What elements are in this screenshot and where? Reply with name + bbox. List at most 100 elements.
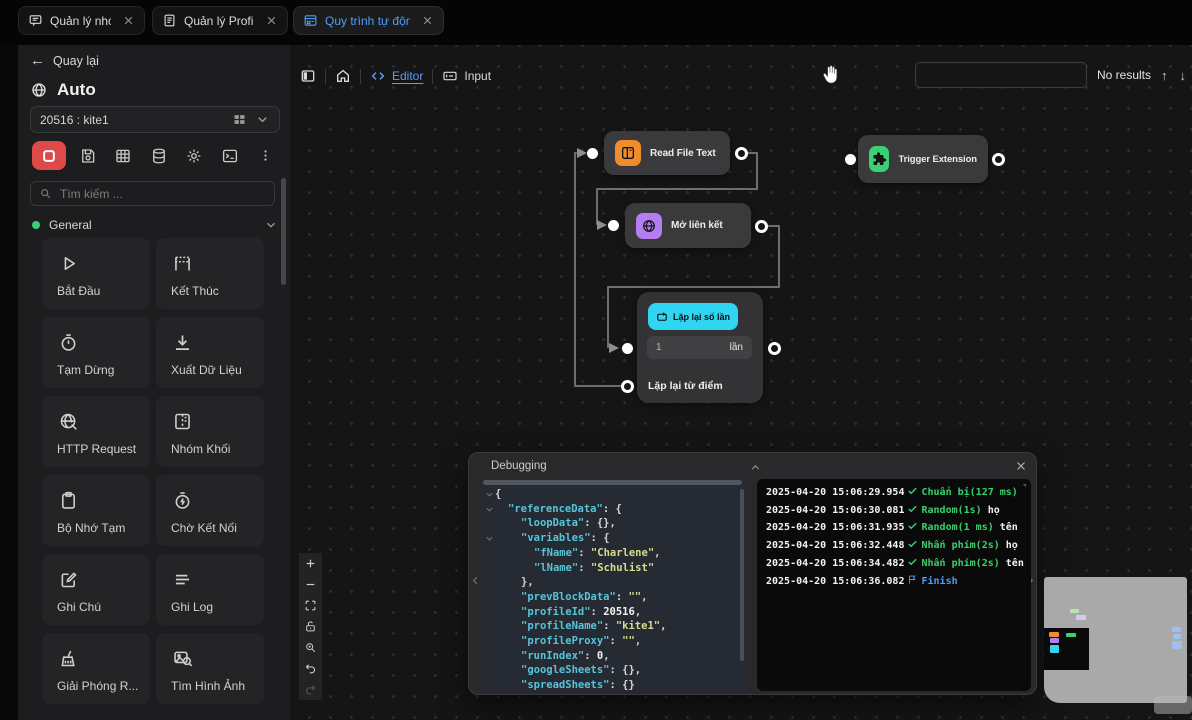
fold-icon[interactable]: [484, 504, 495, 515]
minimap[interactable]: [1044, 577, 1187, 703]
close-icon[interactable]: [1014, 459, 1028, 473]
chat-icon: [28, 13, 43, 28]
block-item[interactable]: Bộ Nhớ Tạm: [42, 475, 150, 546]
tab-3[interactable]: Quy trình tự động: [293, 6, 444, 35]
block-item[interactable]: Giải Phóng R...: [42, 633, 150, 704]
collapse-panel-icon[interactable]: [749, 461, 762, 474]
app-window: Quản lý nhómQuản lý ProfileQuy trình tự …: [0, 0, 1192, 720]
block-item[interactable]: Chờ Kết Nối: [156, 475, 264, 546]
kebab-button[interactable]: [251, 141, 280, 170]
block-search-input[interactable]: [58, 186, 266, 202]
block-item[interactable]: Nhóm Khối: [156, 396, 264, 467]
block-item[interactable]: HTTP Request: [42, 396, 150, 467]
port-input-loop[interactable]: [622, 343, 633, 354]
port-output-trigger-extension[interactable]: [992, 153, 1005, 166]
fit-view-button[interactable]: [299, 595, 322, 616]
fit-view-icon: [304, 599, 317, 612]
block-item[interactable]: Ghi Log: [156, 554, 264, 625]
stop-button[interactable]: [32, 141, 66, 170]
block-label: Bắt Đầu: [57, 284, 144, 298]
next-match-button[interactable]: ↓: [1180, 68, 1187, 83]
log-entry: 2025-04-20 15:06:34.482Nhấn phím(2s) tên: [766, 555, 1025, 573]
node-read-file-text[interactable]: Read File Text: [604, 131, 730, 175]
repeat-icon: [656, 311, 668, 323]
tab-editor[interactable]: Editor: [370, 68, 423, 84]
back-label: Quay lại: [53, 54, 99, 68]
tab-1[interactable]: Quản lý nhóm: [18, 6, 145, 35]
block-item[interactable]: Xuất Dữ Liệu: [156, 317, 264, 388]
redo-button[interactable]: [299, 679, 322, 700]
loop-times-input[interactable]: 1 lần: [647, 336, 752, 359]
port-input-trigger-extension[interactable]: [845, 154, 856, 165]
port-output-open-link[interactable]: [755, 220, 768, 233]
zoom-search-button[interactable]: [299, 637, 322, 658]
block-item[interactable]: Ghi Chú: [42, 554, 150, 625]
chevron-down-icon: [264, 218, 278, 232]
node-trigger-extension[interactable]: Trigger Extension: [858, 135, 988, 183]
json-line: "variables": {: [484, 531, 738, 546]
port-output-loop[interactable]: [768, 342, 781, 355]
table-button[interactable]: [109, 141, 138, 170]
book-icon: [615, 140, 641, 166]
debug-log: 2025-04-20 15:06:29.954Chuẩn bị(127 ms)2…: [757, 479, 1031, 691]
loop-times-suffix: lần: [730, 342, 743, 353]
divider: [432, 69, 433, 84]
block-label: Tạm Dừng: [57, 363, 144, 377]
close-icon[interactable]: [265, 14, 278, 27]
block-item[interactable]: Tìm Hình Ảnh: [156, 633, 264, 704]
broom-icon: [58, 648, 79, 669]
undo-button[interactable]: [299, 658, 322, 679]
toggle-sidebar-button[interactable]: [300, 68, 316, 84]
image-search-icon: [172, 648, 193, 669]
vertical-scrollbar[interactable]: [740, 489, 744, 661]
profile-select[interactable]: 20516 : kite1: [30, 106, 280, 133]
block-item[interactable]: Kết Thúc: [156, 238, 264, 309]
log-entry: 2025-04-20 15:06:31.935Random(1 ms) tên: [766, 519, 1025, 537]
gear-button[interactable]: [180, 141, 209, 170]
zoom-out-button[interactable]: [299, 574, 322, 595]
blocks-grid: Bắt Đầu Kết Thúc Tạm Dừng Xuất Dữ LiệuHTTP …: [42, 238, 264, 704]
fold-icon[interactable]: [484, 533, 495, 544]
unlock-button[interactable]: [299, 616, 322, 637]
minimap-node: [1049, 632, 1059, 637]
block-search[interactable]: [30, 181, 275, 206]
port-input-open-link[interactable]: [608, 220, 619, 231]
find-bar: No results ↑ ↓: [915, 62, 1186, 88]
page-title: Auto: [57, 80, 96, 100]
tab-input[interactable]: Input: [442, 68, 491, 84]
horizontal-scrollbar[interactable]: [483, 480, 742, 485]
zoom-in-button[interactable]: [299, 553, 322, 574]
block-item[interactable]: Tạm Dừng: [42, 317, 150, 388]
workflow-title-row: Auto: [30, 80, 96, 100]
stop-icon: [40, 147, 58, 165]
database-button[interactable]: [145, 141, 174, 170]
category-general[interactable]: General: [32, 218, 278, 232]
debug-panel: Debugging {"referenceData": {"loopData":…: [468, 452, 1037, 695]
previous-match-button[interactable]: ↑: [1161, 68, 1168, 83]
back-link[interactable]: ← Quay lại: [30, 53, 99, 68]
port-loop-from-point[interactable]: [621, 380, 634, 393]
minimap-overlay-control[interactable]: [1154, 696, 1192, 714]
terminal-button[interactable]: [216, 141, 245, 170]
canvas-search-input[interactable]: [916, 63, 1087, 87]
close-icon[interactable]: [122, 14, 135, 27]
chevron-left-icon[interactable]: [470, 575, 481, 586]
port-output-read-file[interactable]: [735, 147, 748, 160]
block-label: Bộ Nhớ Tạm: [57, 521, 144, 535]
node-loop[interactable]: Lặp lại số lần 1 lần Lặp lại từ điểm: [637, 292, 763, 403]
minimap-node: [1172, 627, 1181, 632]
sidebar-scrollbar[interactable]: [281, 178, 286, 285]
canvas-search-box[interactable]: [915, 62, 1087, 88]
node-open-link[interactable]: Mở liên kết: [625, 203, 751, 248]
save-button[interactable]: [73, 141, 102, 170]
tab-2[interactable]: Quản lý Profile: [152, 6, 288, 35]
port-input-read-file[interactable]: [587, 148, 598, 159]
block-item[interactable]: Bắt Đầu: [42, 238, 150, 309]
back-arrow-icon: ←: [30, 53, 45, 68]
loop-header-button[interactable]: Lặp lại số lần: [648, 303, 738, 330]
fold-icon[interactable]: [484, 489, 495, 500]
zoom-out-icon: [304, 578, 317, 591]
home-button[interactable]: [335, 68, 351, 84]
close-icon[interactable]: [421, 14, 434, 27]
block-label: Ghi Chú: [57, 600, 144, 614]
